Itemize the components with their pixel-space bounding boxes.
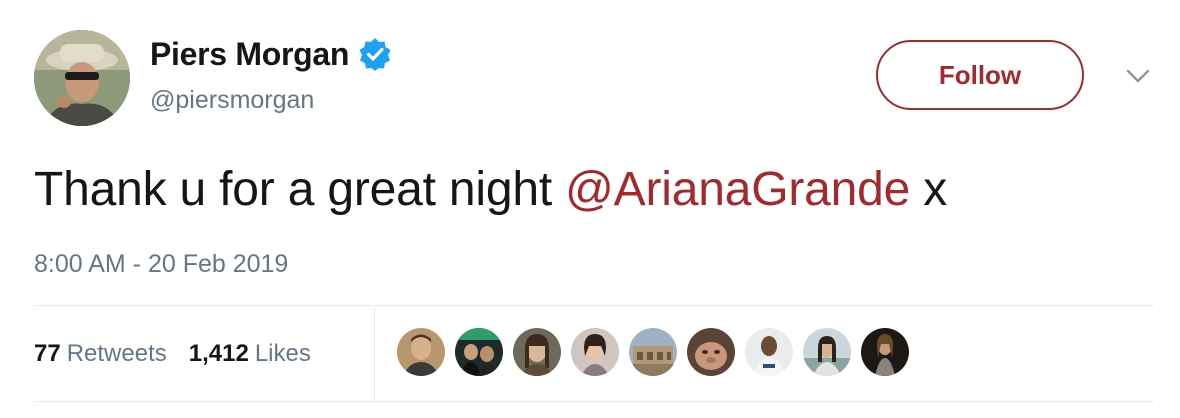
liker-avatar[interactable]	[397, 328, 445, 376]
tweet-text-prefix: Thank u for a great night	[34, 163, 566, 216]
liker-avatar[interactable]	[629, 328, 677, 376]
tweet-text-suffix: x	[910, 163, 948, 216]
liker-avatar[interactable]	[803, 328, 851, 376]
display-name[interactable]: Piers Morgan	[150, 36, 349, 73]
likes-label: Likes	[254, 339, 311, 367]
author-info: Piers Morgan @piersmorgan	[150, 34, 392, 115]
liker-avatar[interactable]	[455, 328, 503, 376]
liker-avatar[interactable]	[745, 328, 793, 376]
retweets-count: 77	[34, 339, 61, 367]
liked-by-avatars	[397, 328, 919, 376]
tweet-timestamp[interactable]: 8:00 AM - 20 Feb 2019	[34, 250, 288, 279]
liker-avatar[interactable]	[513, 328, 561, 376]
stats-divider	[374, 306, 375, 401]
retweets-label: Retweets	[66, 339, 167, 367]
tweet-text: Thank u for a great night @ArianaGrande …	[34, 162, 947, 217]
display-name-row: Piers Morgan	[150, 34, 392, 74]
author-avatar[interactable]	[34, 30, 130, 126]
liker-avatar[interactable]	[687, 328, 735, 376]
likes-count: 1,412	[188, 339, 249, 367]
tweet-card: Piers Morgan @piersmorgan Follow Thank u…	[0, 0, 1180, 418]
chevron-down-icon[interactable]	[1124, 66, 1152, 86]
liker-avatar[interactable]	[861, 328, 909, 376]
mention-link[interactable]: @ArianaGrande	[565, 163, 910, 216]
likes-stat[interactable]: 1,412 Likes	[189, 340, 311, 368]
divider	[34, 401, 1154, 402]
verified-badge-icon	[358, 37, 392, 71]
liker-avatar[interactable]	[571, 328, 619, 376]
retweets-stat[interactable]: 77 Retweets	[34, 340, 167, 368]
follow-button[interactable]: Follow	[876, 40, 1084, 110]
author-handle[interactable]: @piersmorgan	[150, 86, 392, 115]
tweet-stats: 77 Retweets 1,412 Likes	[34, 306, 333, 401]
